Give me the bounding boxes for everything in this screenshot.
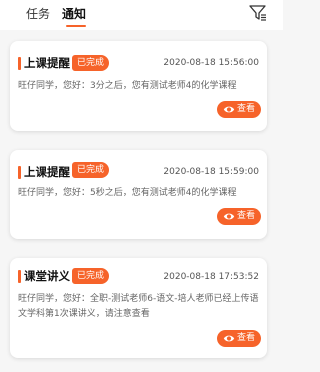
status-badge: 已完成 (72, 268, 110, 284)
eye-icon (223, 335, 235, 342)
title-accent-bar (18, 166, 21, 179)
status-badge: 已完成 (72, 162, 110, 178)
notification-time: 2020-08-18 15:56:00 (163, 58, 259, 68)
view-button-label: 查看 (237, 211, 256, 221)
notification-title: 上课提醒 (24, 165, 70, 179)
notification-card: 上课提醒 已完成 2020-08-18 15:56:00 旺仔同学，您好：3分之… (10, 41, 267, 131)
title-accent-bar (18, 57, 21, 70)
active-tab-indicator (66, 25, 86, 27)
notification-content: 旺仔同学，您好：全职-测试老师6-语文-培人老师已经上传语文学科第1次课讲义，请… (18, 294, 259, 319)
view-button[interactable]: 查看 (217, 208, 261, 225)
tab-tasks[interactable]: 任务 (26, 7, 50, 21)
eye-icon (223, 106, 235, 113)
eye-icon (223, 213, 235, 220)
notification-title: 上课提醒 (24, 56, 70, 70)
filter-icon[interactable] (248, 4, 268, 22)
notification-card: 上课提醒 已完成 2020-08-18 15:59:00 旺仔同学，您好：5秒之… (10, 150, 267, 239)
view-button-label: 查看 (237, 333, 256, 343)
status-badge: 已完成 (72, 55, 110, 71)
title-accent-bar (18, 270, 21, 283)
view-button[interactable]: 查看 (217, 330, 261, 347)
view-button-label: 查看 (237, 104, 256, 114)
notification-time: 2020-08-18 17:53:52 (163, 272, 259, 282)
notification-content: 旺仔同学，您好：5秒之后，您有测试老师4的化学课程 (18, 188, 237, 198)
notification-card: 课堂讲义 已完成 2020-08-18 17:53:52 旺仔同学，您好：全职-… (10, 258, 267, 358)
notification-time: 2020-08-18 15:59:00 (163, 167, 259, 177)
notification-content: 旺仔同学，您好：3分之后，您有测试老师4的化学课程 (18, 81, 237, 91)
notification-title: 课堂讲义 (24, 269, 70, 283)
view-button[interactable]: 查看 (217, 101, 261, 118)
tab-notifications[interactable]: 通知 (62, 7, 86, 21)
top-tab-bar: 任务 通知 (0, 0, 283, 30)
